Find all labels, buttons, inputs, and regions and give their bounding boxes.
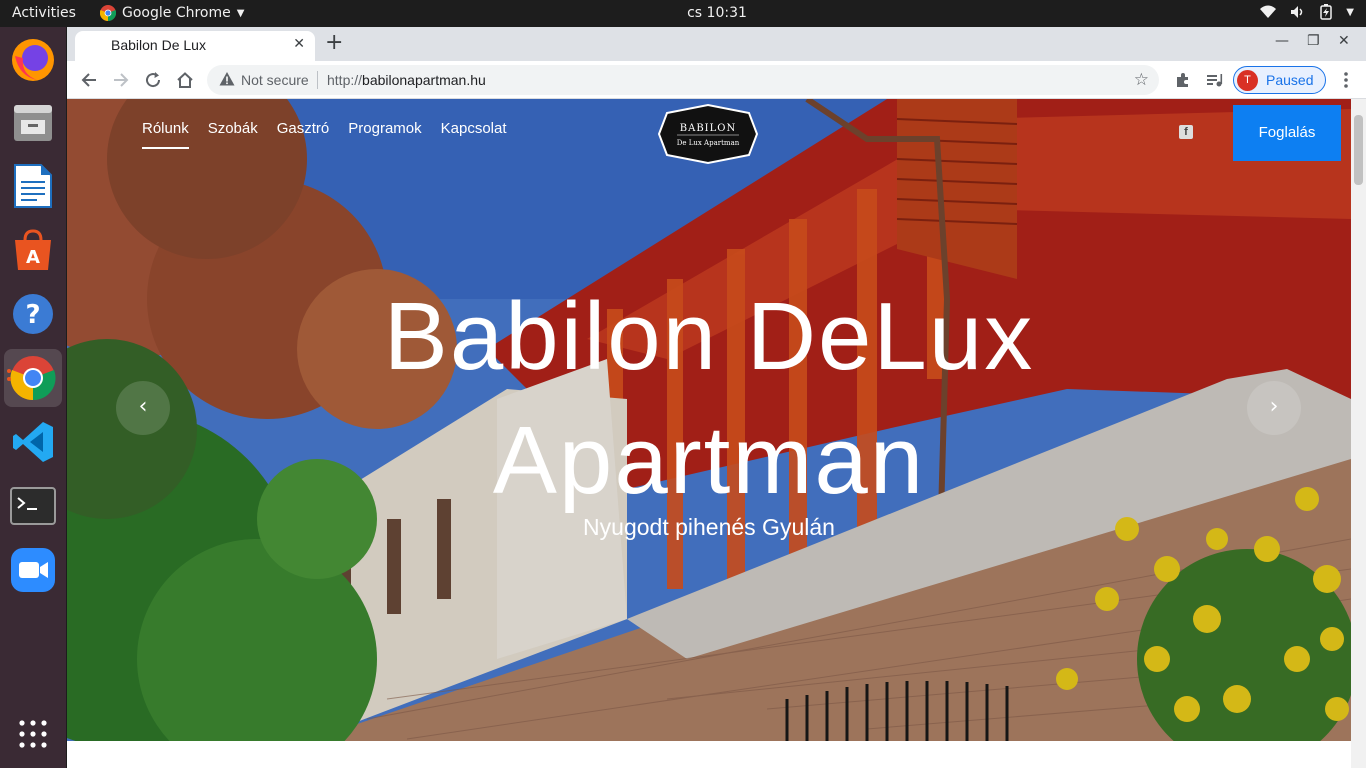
warning-icon[interactable]: [219, 71, 235, 87]
browser-toolbar: Not secure http://babilonapartman.hu ☆ T…: [67, 61, 1366, 99]
help-icon: ?: [13, 294, 53, 334]
hero-title-line-2: Apartman: [492, 407, 926, 514]
menu-button[interactable]: [1335, 69, 1357, 91]
facebook-icon[interactable]: f: [1179, 125, 1193, 139]
playlist-icon: [1207, 74, 1223, 87]
bookmark-star-icon[interactable]: ☆: [1134, 70, 1149, 90]
battery-icon: [1320, 4, 1333, 20]
dock-chrome[interactable]: [4, 349, 62, 407]
close-icon[interactable]: ✕: [293, 36, 305, 52]
tab-babilon[interactable]: Babilon De Lux ✕: [75, 31, 315, 61]
system-tray[interactable]: ▼: [1260, 4, 1354, 20]
hero-subtitle: Nyugodt pihenés Gyulán: [583, 514, 835, 540]
nav-item-gasztro[interactable]: Gasztró: [277, 120, 330, 149]
hero-slider: Rólunk Szobák Gasztró Programok Kapcsola…: [67, 99, 1351, 741]
reload-icon: [146, 72, 161, 88]
nav-item-kapcsolat[interactable]: Kapcsolat: [441, 120, 507, 149]
site-logo[interactable]: BABILON De Lux Apartman: [657, 103, 759, 165]
page-scrollbar[interactable]: [1351, 99, 1366, 768]
hero-title-line-1: Babilon DeLux: [383, 283, 1035, 390]
reload-button[interactable]: [142, 69, 164, 91]
dock-writer[interactable]: [4, 157, 62, 215]
home-button[interactable]: [174, 69, 196, 91]
chevron-right-icon: ›: [1269, 394, 1279, 419]
slider-prev-button[interactable]: ‹: [116, 381, 170, 435]
dock-terminal[interactable]: [4, 477, 62, 535]
nav-item-rolunk[interactable]: Rólunk: [142, 120, 189, 149]
tab-strip: Babilon De Lux ✕ + — ❐ ✕: [67, 27, 1366, 61]
hero-title: Babilon DeLux Apartman: [67, 275, 1351, 523]
web-page: Rólunk Szobák Gasztró Programok Kapcsola…: [67, 99, 1366, 768]
puzzle-icon: [1177, 73, 1188, 87]
window-close-icon[interactable]: ✕: [1338, 33, 1350, 49]
url-scheme: http://: [327, 72, 363, 88]
logo-text-sub: De Lux Apartman: [676, 139, 740, 147]
maximize-icon[interactable]: ❐: [1307, 33, 1320, 49]
dock-firefox[interactable]: [4, 31, 62, 89]
running-indicator: [7, 369, 11, 373]
running-indicator: [7, 377, 11, 381]
chrome-window: Babilon De Lux ✕ + — ❐ ✕ Not secure http…: [67, 27, 1366, 768]
media-control-button[interactable]: [1204, 69, 1226, 91]
nav-item-szobak[interactable]: Szobák: [208, 120, 258, 149]
scrollbar-thumb[interactable]: [1354, 115, 1363, 185]
main-nav: Rólunk Szobák Gasztró Programok Kapcsola…: [142, 120, 507, 149]
home-icon: [177, 72, 193, 88]
back-button[interactable]: [78, 69, 100, 91]
terminal-icon: [10, 487, 56, 525]
arrow-left-icon: [81, 73, 96, 87]
profile-status: Paused: [1266, 72, 1314, 88]
chevron-left-icon: ‹: [138, 394, 148, 419]
divider: [317, 71, 318, 89]
clock[interactable]: cs 10:31: [0, 5, 1366, 21]
arrow-right-icon: [114, 73, 129, 87]
chevron-down-icon: ▼: [1346, 6, 1354, 18]
vscode-icon: [13, 422, 53, 462]
gnome-top-bar: Activities Google Chrome ▼ cs 10:31 ▼: [0, 0, 1366, 27]
url-text[interactable]: http://babilonapartman.hu: [327, 72, 486, 88]
logo-badge: [657, 103, 759, 165]
show-apps-icon: [19, 720, 47, 748]
libreoffice-writer-icon: [14, 164, 52, 208]
files-icon: [14, 105, 52, 141]
not-secure-label[interactable]: Not secure: [241, 72, 309, 88]
url-host: babilonapartman.hu: [362, 72, 486, 88]
profile-button[interactable]: T Paused: [1233, 66, 1326, 94]
slider-next-button[interactable]: ›: [1247, 381, 1301, 435]
forward-button[interactable]: [110, 69, 132, 91]
chrome-icon: [10, 356, 56, 401]
kebab-menu-icon: [1344, 72, 1348, 88]
avatar: T: [1237, 70, 1258, 91]
svg-text:A: A: [26, 247, 40, 268]
zoom-icon: [11, 548, 55, 592]
address-bar[interactable]: Not secure http://babilonapartman.hu ☆: [207, 65, 1159, 95]
volume-icon: [1291, 6, 1303, 18]
firefox-icon: [12, 39, 54, 81]
page-content-below: [67, 741, 1351, 768]
dock-show-apps[interactable]: [4, 705, 62, 763]
dock-vscode[interactable]: [4, 413, 62, 471]
extensions-button[interactable]: [1172, 69, 1194, 91]
dock-files[interactable]: [4, 93, 62, 151]
booking-button[interactable]: Foglalás: [1233, 105, 1341, 161]
minimize-icon[interactable]: —: [1275, 33, 1289, 49]
dock: A ?: [0, 27, 66, 768]
dock-zoom[interactable]: [4, 541, 62, 599]
logo-text-main: BABILON: [679, 123, 737, 134]
nav-item-programok[interactable]: Programok: [348, 120, 421, 149]
wifi-icon: [1260, 5, 1277, 18]
svg-text:?: ?: [25, 300, 40, 330]
dock-help[interactable]: ?: [4, 285, 62, 343]
new-tab-button[interactable]: +: [325, 32, 343, 54]
software-center-icon: A: [15, 229, 51, 270]
tab-title: Babilon De Lux: [111, 37, 206, 53]
dock-software[interactable]: A: [4, 221, 62, 279]
